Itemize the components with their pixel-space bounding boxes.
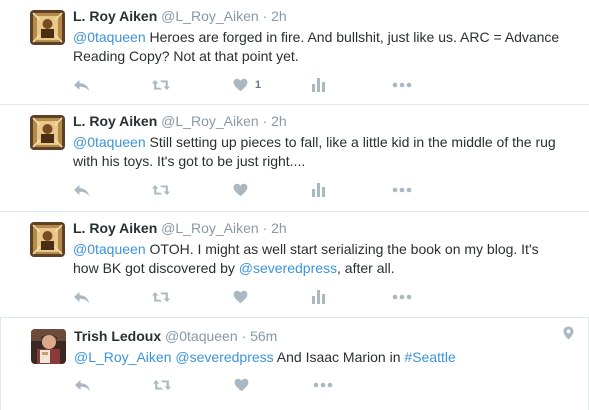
retweet-button[interactable] bbox=[151, 75, 171, 95]
user-handle[interactable]: @0taqueen bbox=[165, 328, 238, 344]
retweet-icon bbox=[152, 378, 172, 392]
like-icon bbox=[234, 378, 249, 392]
avatar[interactable] bbox=[30, 10, 65, 45]
tweet-actions bbox=[73, 180, 433, 200]
analytics-button[interactable] bbox=[312, 180, 325, 200]
location-pin-icon bbox=[563, 326, 574, 344]
timeline: L. Roy Aiken @L_Roy_Aiken · 2h @0taqueen… bbox=[0, 0, 589, 410]
mention-link[interactable]: @severedpress bbox=[239, 260, 337, 276]
user-handle[interactable]: @L_Roy_Aiken bbox=[161, 220, 259, 236]
separator-dot: · bbox=[262, 220, 268, 236]
tweet[interactable]: L. Roy Aiken @L_Roy_Aiken · 2h @0taqueen… bbox=[0, 105, 589, 212]
reply-icon bbox=[73, 184, 90, 197]
more-icon bbox=[392, 294, 412, 300]
more-button[interactable] bbox=[392, 75, 412, 95]
more-icon bbox=[392, 82, 412, 88]
user-handle[interactable]: @L_Roy_Aiken bbox=[161, 113, 259, 129]
reply-icon bbox=[73, 291, 90, 304]
tweet-text: @0taqueen Heroes are forged in fire. And… bbox=[73, 28, 568, 66]
analytics-icon bbox=[312, 183, 325, 197]
like-icon bbox=[233, 78, 248, 92]
retweet-button[interactable] bbox=[152, 375, 172, 395]
hashtag-link[interactable]: #Seattle bbox=[404, 349, 455, 365]
tweet-actions: 1 bbox=[73, 75, 433, 95]
tweet-text-segment: , after all. bbox=[337, 260, 395, 276]
reply-icon bbox=[74, 379, 91, 392]
tweet-header: L. Roy Aiken @L_Roy_Aiken · 2h bbox=[73, 8, 287, 24]
reply-button[interactable] bbox=[73, 75, 90, 95]
retweet-icon bbox=[151, 183, 171, 197]
avatar[interactable] bbox=[30, 222, 65, 257]
user-name[interactable]: L. Roy Aiken bbox=[73, 8, 157, 24]
like-button[interactable]: 1 bbox=[233, 75, 261, 95]
more-button[interactable] bbox=[392, 180, 412, 200]
user-name[interactable]: Trish Ledoux bbox=[74, 328, 161, 344]
avatar[interactable] bbox=[31, 329, 66, 364]
tweet[interactable]: L. Roy Aiken @L_Roy_Aiken · 2h @0taqueen… bbox=[0, 212, 589, 318]
tweet-actions bbox=[74, 375, 434, 395]
like-icon bbox=[233, 290, 248, 304]
like-button[interactable] bbox=[233, 180, 255, 200]
tweet-actions bbox=[73, 287, 433, 307]
tweet-header: L. Roy Aiken @L_Roy_Aiken · 2h bbox=[73, 220, 287, 236]
timestamp[interactable]: 2h bbox=[271, 113, 287, 129]
mention-link[interactable]: @severedpress bbox=[175, 349, 273, 365]
like-icon bbox=[233, 183, 248, 197]
analytics-button[interactable] bbox=[312, 287, 325, 307]
tweet-header: L. Roy Aiken @L_Roy_Aiken · 2h bbox=[73, 113, 287, 129]
tweet-text: @0taqueen OTOH. I might as well start se… bbox=[73, 240, 568, 278]
user-handle[interactable]: @L_Roy_Aiken bbox=[161, 8, 259, 24]
reply-button[interactable] bbox=[74, 375, 91, 395]
retweet-button[interactable] bbox=[151, 287, 171, 307]
separator-dot: · bbox=[262, 8, 268, 24]
mention-link[interactable]: @L_Roy_Aiken bbox=[74, 349, 172, 365]
tweet-text-segment: Still setting up pieces to fall, like a … bbox=[73, 134, 556, 169]
more-button[interactable] bbox=[392, 287, 412, 307]
reply-button[interactable] bbox=[73, 180, 90, 200]
like-button[interactable] bbox=[233, 287, 255, 307]
user-name[interactable]: L. Roy Aiken bbox=[73, 113, 157, 129]
like-count: 1 bbox=[255, 79, 262, 91]
mention-link[interactable]: @0taqueen bbox=[73, 29, 146, 45]
separator-dot: · bbox=[262, 113, 268, 129]
retweet-icon bbox=[151, 78, 171, 92]
tweet-text: @0taqueen Still setting up pieces to fal… bbox=[73, 133, 568, 171]
analytics-button[interactable] bbox=[312, 75, 325, 95]
tweet-text-segment: Heroes are forged in fire. And bullshit,… bbox=[73, 29, 560, 64]
timestamp[interactable]: 56m bbox=[250, 328, 277, 344]
avatar[interactable] bbox=[30, 115, 65, 150]
mention-link[interactable]: @0taqueen bbox=[73, 241, 146, 257]
timestamp[interactable]: 2h bbox=[271, 220, 287, 236]
like-button[interactable] bbox=[234, 375, 256, 395]
tweet-text: @L_Roy_Aiken @severedpress And Isaac Mar… bbox=[74, 348, 569, 367]
more-icon bbox=[392, 187, 412, 193]
mention-link[interactable]: @0taqueen bbox=[73, 134, 146, 150]
retweet-icon bbox=[151, 290, 171, 304]
retweet-button[interactable] bbox=[151, 180, 171, 200]
analytics-icon bbox=[312, 78, 325, 92]
reply-button[interactable] bbox=[73, 287, 90, 307]
user-name[interactable]: L. Roy Aiken bbox=[73, 220, 157, 236]
tweet-header: Trish Ledoux @0taqueen · 56m bbox=[74, 328, 277, 344]
tweet-text-segment: And Isaac Marion in bbox=[273, 349, 405, 365]
reply-icon bbox=[73, 79, 90, 92]
separator-dot: · bbox=[241, 328, 247, 344]
more-icon bbox=[313, 382, 333, 388]
more-button[interactable] bbox=[313, 375, 333, 395]
analytics-icon bbox=[312, 290, 325, 304]
timestamp[interactable]: 2h bbox=[271, 8, 287, 24]
location-button[interactable] bbox=[563, 326, 574, 345]
tweet[interactable]: L. Roy Aiken @L_Roy_Aiken · 2h @0taqueen… bbox=[0, 0, 589, 105]
tweet[interactable]: Trish Ledoux @0taqueen · 56m @L_Roy_Aike… bbox=[0, 318, 589, 410]
